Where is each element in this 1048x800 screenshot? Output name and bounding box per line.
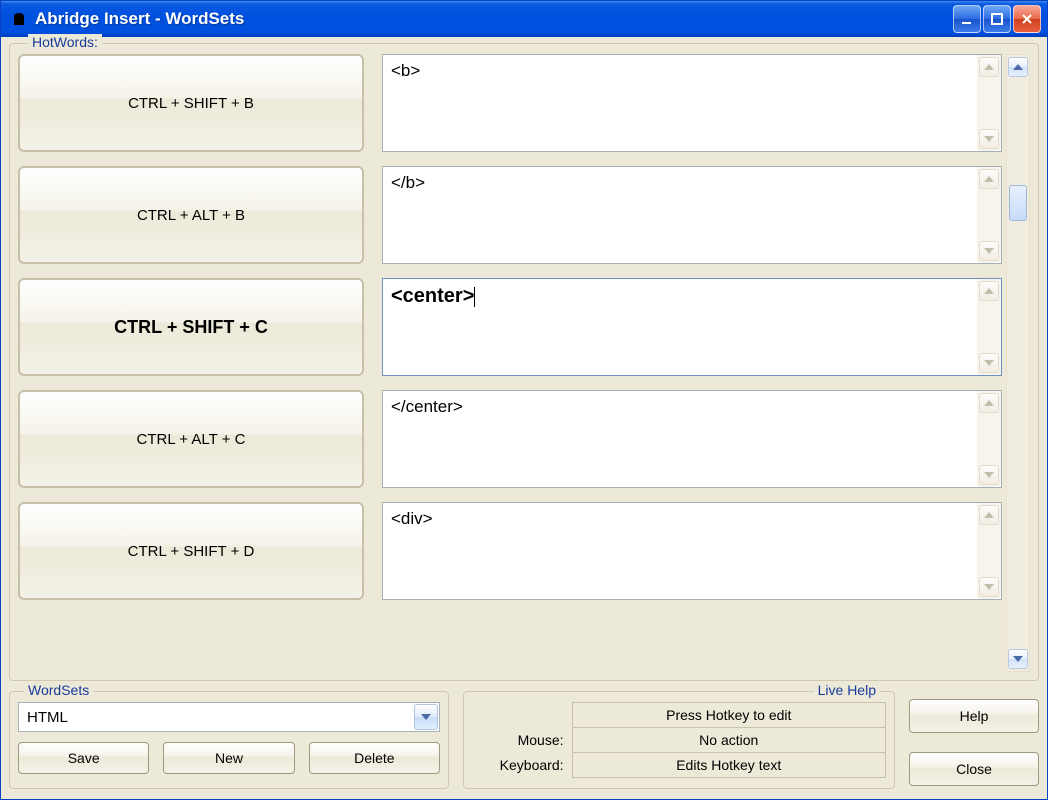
- hotkey-button[interactable]: CTRL + SHIFT + C: [18, 278, 364, 376]
- hotword-row: CTRL + SHIFT + D <div>: [18, 502, 1002, 600]
- hotwords-rows: CTRL + SHIFT + B <b> CTRL + ALT + B </b>…: [18, 54, 1002, 672]
- close-button[interactable]: Close: [909, 752, 1039, 786]
- hotword-text: <center>: [383, 279, 977, 375]
- text-scrollbar[interactable]: [977, 55, 1001, 151]
- help-button[interactable]: Help: [909, 699, 1039, 733]
- window-controls: [953, 5, 1041, 33]
- hotwords-label: HotWords:: [28, 34, 102, 50]
- scroll-up-icon[interactable]: [979, 393, 999, 413]
- client-area: HotWords: CTRL + SHIFT + B <b> CTRL + AL…: [1, 37, 1047, 799]
- text-scrollbar[interactable]: [977, 391, 1001, 487]
- keyboard-value: Edits Hotkey text: [572, 753, 886, 778]
- livehelp-hint: Press Hotkey to edit: [572, 703, 886, 728]
- hotword-row: CTRL + ALT + C </center>: [18, 390, 1002, 488]
- hotwords-group: HotWords: CTRL + SHIFT + B <b> CTRL + AL…: [9, 43, 1039, 681]
- titlebar[interactable]: Abridge Insert - WordSets: [1, 1, 1047, 37]
- hotkey-label: CTRL + ALT + B: [137, 207, 245, 224]
- hotword-text-field[interactable]: <div>: [382, 502, 1002, 600]
- hotword-text-field[interactable]: </center>: [382, 390, 1002, 488]
- scroll-up-icon[interactable]: [979, 169, 999, 189]
- hotword-text-field[interactable]: </b>: [382, 166, 1002, 264]
- hotkey-label: CTRL + SHIFT + D: [128, 543, 255, 560]
- wordset-buttons: Save New Delete: [18, 742, 440, 774]
- hotword-text-field[interactable]: <center>: [382, 278, 1002, 376]
- scroll-up-icon[interactable]: [979, 505, 999, 525]
- close-window-button[interactable]: [1013, 5, 1041, 33]
- window-title: Abridge Insert - WordSets: [35, 9, 953, 29]
- maximize-button[interactable]: [983, 5, 1011, 33]
- hotword-row: CTRL + SHIFT + C <center>: [18, 278, 1002, 376]
- side-buttons: Help Close: [909, 691, 1039, 789]
- app-window: Abridge Insert - WordSets HotWords: CTRL…: [0, 0, 1048, 800]
- hotword-row: CTRL + ALT + B </b>: [18, 166, 1002, 264]
- hotkey-label: CTRL + ALT + C: [137, 431, 246, 448]
- mouse-label: Mouse:: [472, 728, 572, 753]
- scroll-thumb[interactable]: [1009, 185, 1027, 221]
- wordsets-group: WordSets HTML Save New Delete: [9, 691, 449, 789]
- text-scrollbar[interactable]: [977, 503, 1001, 599]
- scroll-down-icon[interactable]: [979, 129, 999, 149]
- delete-button[interactable]: Delete: [309, 742, 440, 774]
- scroll-up-icon[interactable]: [979, 57, 999, 77]
- scroll-down-icon[interactable]: [979, 353, 999, 373]
- hotkey-button[interactable]: CTRL + ALT + B: [18, 166, 364, 264]
- scroll-down-icon[interactable]: [979, 577, 999, 597]
- save-button[interactable]: Save: [18, 742, 149, 774]
- hotword-text: <b>: [383, 55, 977, 151]
- livehelp-label: Live Help: [814, 682, 880, 698]
- scroll-up-icon[interactable]: [979, 281, 999, 301]
- text-scrollbar[interactable]: [977, 167, 1001, 263]
- wordset-selected: HTML: [19, 709, 413, 726]
- app-icon: [9, 9, 29, 29]
- hotkey-button[interactable]: CTRL + SHIFT + B: [18, 54, 364, 152]
- minimize-button[interactable]: [953, 5, 981, 33]
- hotkey-label: CTRL + SHIFT + C: [114, 317, 268, 338]
- scroll-down-icon[interactable]: [979, 241, 999, 261]
- mouse-value: No action: [572, 728, 886, 753]
- scroll-down-icon[interactable]: [979, 465, 999, 485]
- chevron-down-icon: [421, 714, 431, 720]
- keyboard-label: Keyboard:: [472, 753, 572, 778]
- combobox-dropdown-button[interactable]: [414, 704, 438, 730]
- hotword-text: </b>: [383, 167, 977, 263]
- hotword-text: </center>: [383, 391, 977, 487]
- hotkey-button[interactable]: CTRL + SHIFT + D: [18, 502, 364, 600]
- livehelp-table: Press Hotkey to edit Mouse:No action Key…: [472, 702, 886, 778]
- bottom-panel: WordSets HTML Save New Delete Live Help …: [9, 691, 1039, 789]
- scroll-down-button[interactable]: [1008, 649, 1028, 669]
- hotword-text: <div>: [383, 503, 977, 599]
- wordsets-label: WordSets: [24, 682, 93, 698]
- text-scrollbar[interactable]: [977, 279, 1001, 375]
- hotkey-button[interactable]: CTRL + ALT + C: [18, 390, 364, 488]
- hotword-row: CTRL + SHIFT + B <b>: [18, 54, 1002, 152]
- text-caret: [474, 287, 475, 307]
- wordset-combobox[interactable]: HTML: [18, 702, 440, 732]
- new-button[interactable]: New: [163, 742, 294, 774]
- scroll-up-button[interactable]: [1008, 57, 1028, 77]
- hotwords-scrollbar[interactable]: [1006, 54, 1030, 672]
- hotword-text-field[interactable]: <b>: [382, 54, 1002, 152]
- livehelp-group: Live Help Press Hotkey to edit Mouse:No …: [463, 691, 895, 789]
- hotkey-label: CTRL + SHIFT + B: [128, 95, 254, 112]
